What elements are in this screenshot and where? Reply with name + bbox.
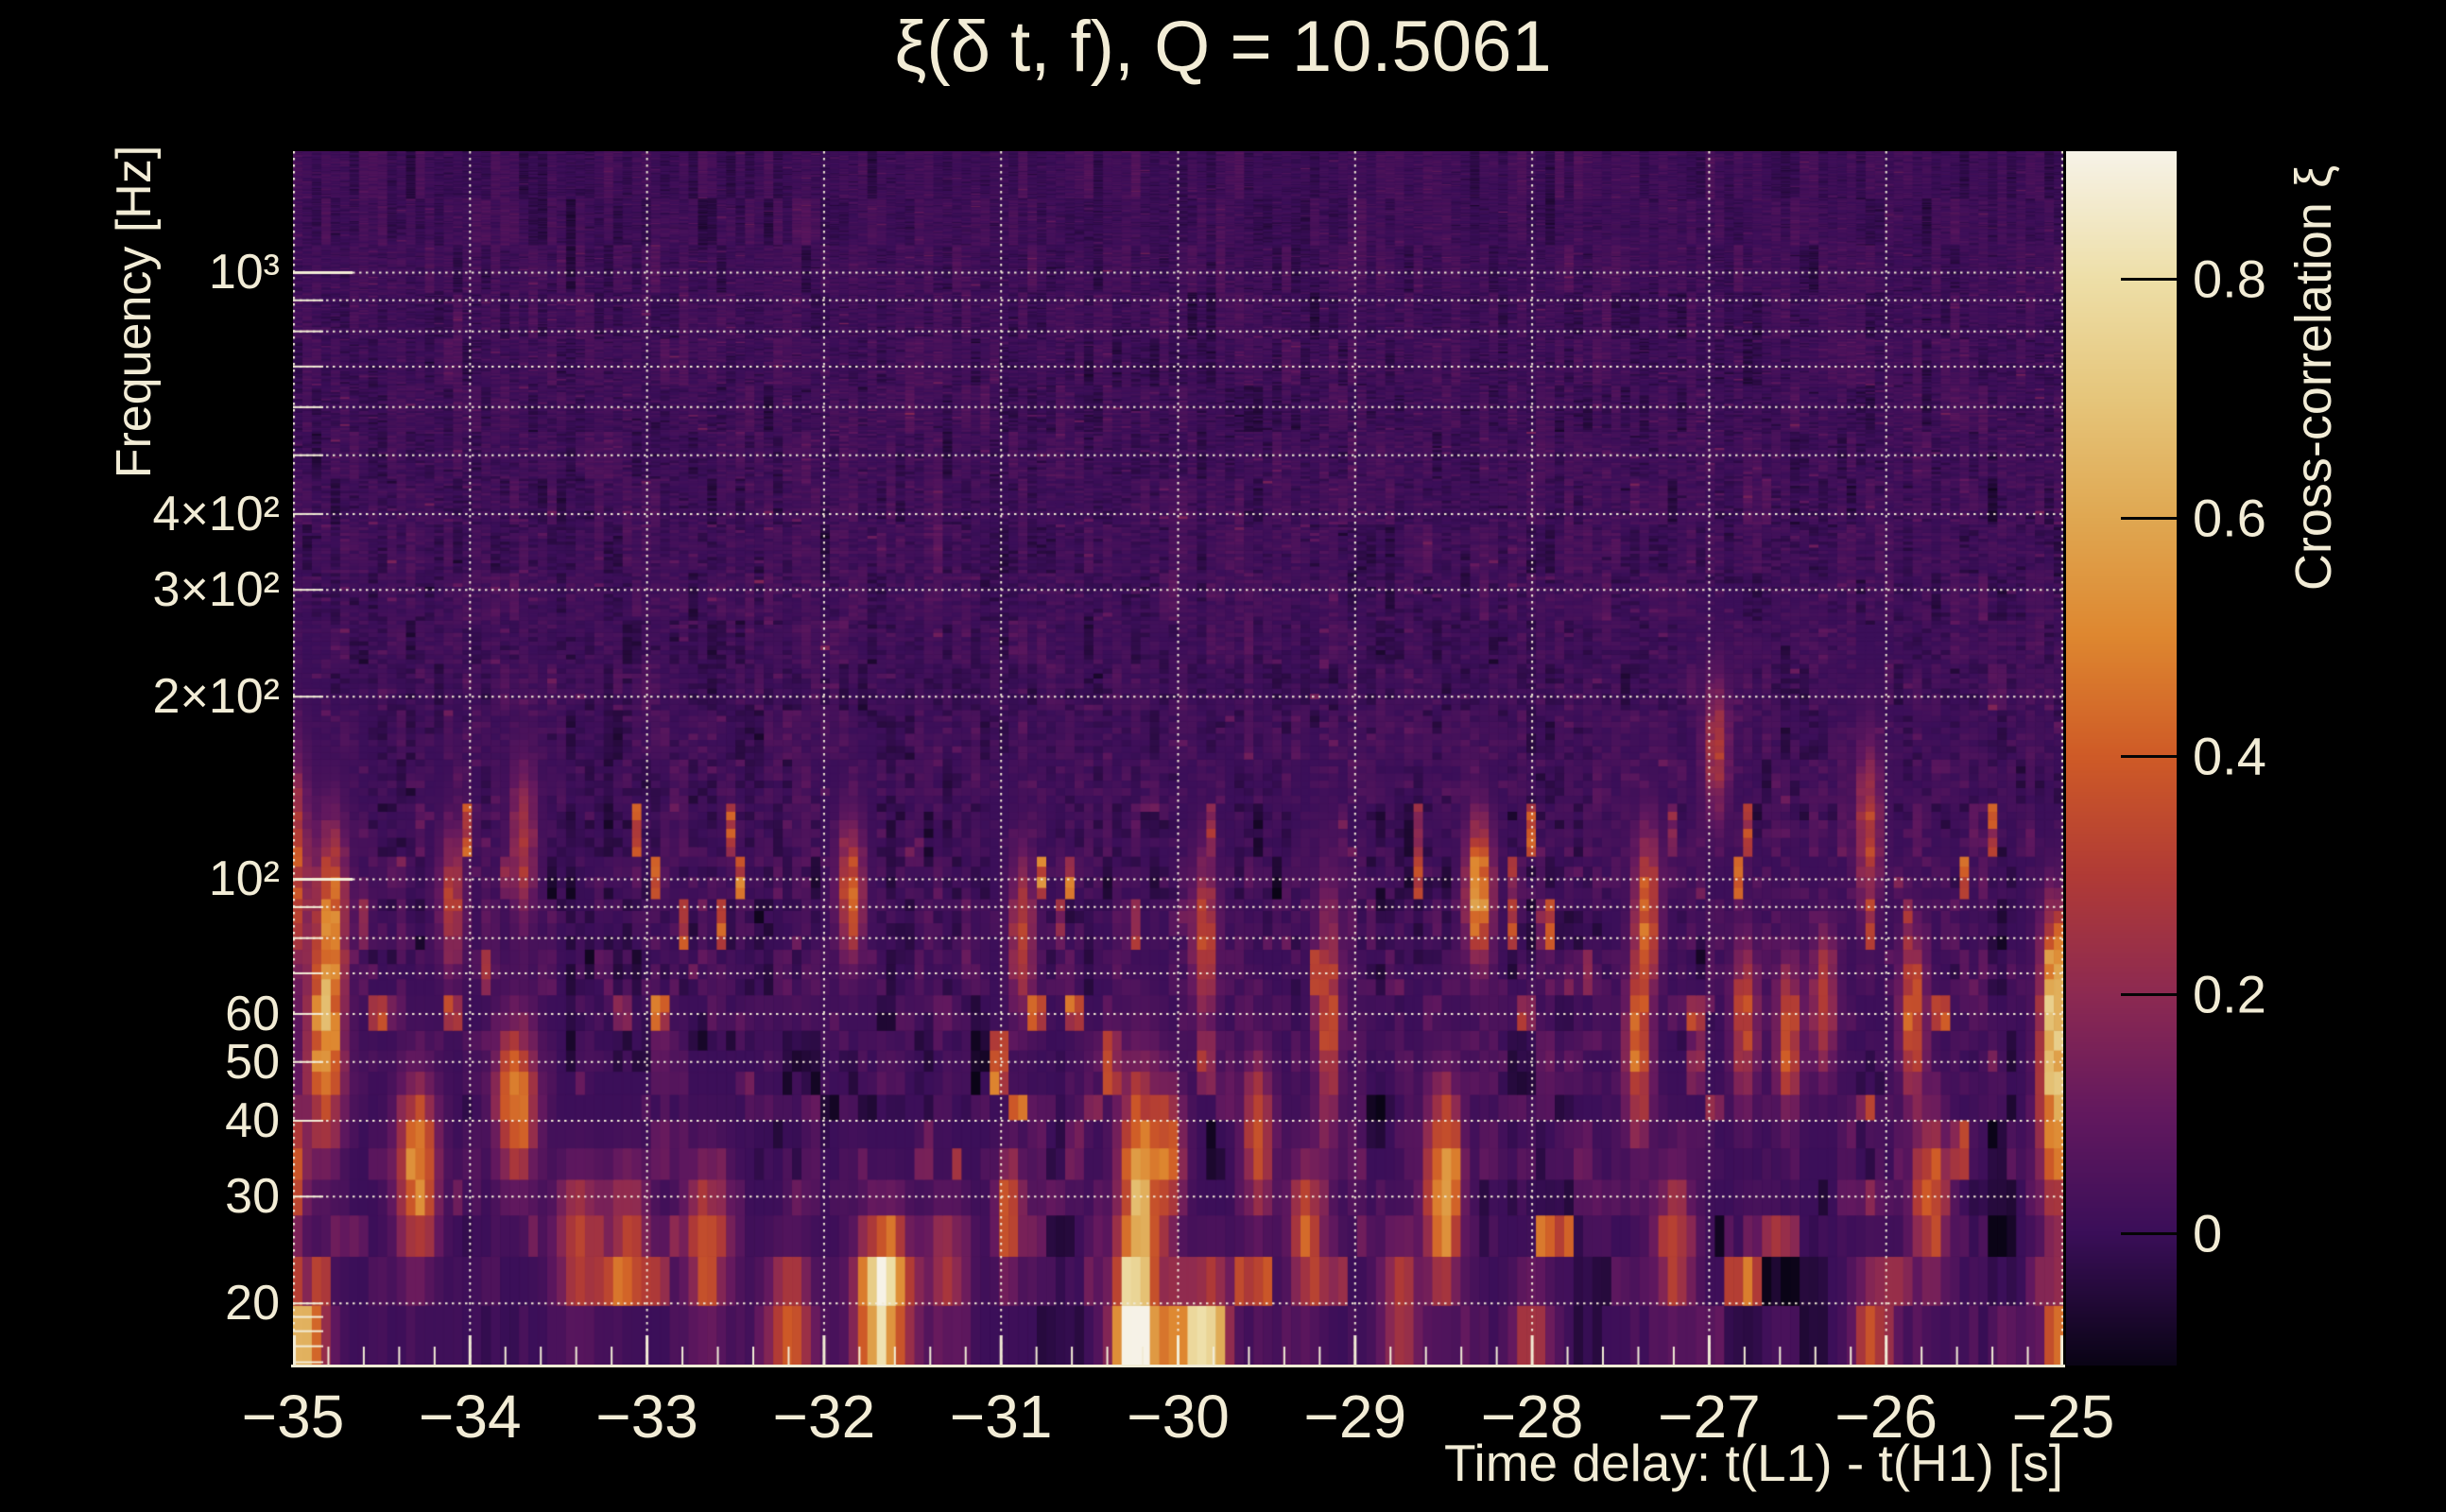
y-tick-label: 2×10² xyxy=(152,669,280,725)
x-tick-label: −26 xyxy=(1834,1383,1938,1451)
colorbar-tick-label: 0.8 xyxy=(2193,249,2266,309)
x-tick-label: −35 xyxy=(241,1383,345,1451)
x-tick-label: −34 xyxy=(419,1383,522,1451)
y-axis-title: Frequency [Hz] xyxy=(107,145,162,479)
x-tick-label: −25 xyxy=(2011,1383,2115,1451)
heatmap-canvas xyxy=(293,151,2063,1366)
y-tick-label: 4×10² xyxy=(152,486,280,541)
root-canvas: ξ(δ t, f), Q = 10.5061 Frequency [Hz] Ti… xyxy=(0,0,2446,1512)
x-tick-label: −27 xyxy=(1658,1383,1761,1451)
x-tick-label: −29 xyxy=(1303,1383,1407,1451)
x-tick-label: −31 xyxy=(949,1383,1053,1451)
colorbar-tick-line xyxy=(2121,993,2177,997)
colorbar-tick-label: 0.6 xyxy=(2193,488,2266,548)
x-tick-label: −32 xyxy=(772,1383,876,1451)
colorbar-title: Cross-correlation ξ xyxy=(2285,164,2342,592)
colorbar-tick-label: 0 xyxy=(2193,1203,2223,1263)
y-tick-label: 20 xyxy=(225,1276,280,1332)
y-tick-label: 30 xyxy=(225,1169,280,1225)
colorbar-tick-line xyxy=(2121,754,2177,758)
y-tick-label: 50 xyxy=(225,1034,280,1090)
y-tick-label: 10³ xyxy=(208,245,280,301)
colorbar-tick-label: 0.4 xyxy=(2193,726,2266,786)
colorbar-canvas xyxy=(2066,151,2177,1366)
y-tick-label: 10² xyxy=(208,851,280,907)
x-tick-label: −30 xyxy=(1127,1383,1230,1451)
x-tick-label: −33 xyxy=(595,1383,698,1451)
y-tick-label: 3×10² xyxy=(152,562,280,618)
y-tick-label: 40 xyxy=(225,1092,280,1148)
x-axis-line xyxy=(291,1365,2065,1367)
colorbar-tick-line xyxy=(2121,1231,2177,1235)
x-tick-label: −28 xyxy=(1480,1383,1584,1451)
colorbar-tick-label: 0.2 xyxy=(2193,964,2266,1024)
colorbar-tick-line xyxy=(2121,516,2177,520)
colorbar-tick-line xyxy=(2121,278,2177,282)
chart-title: ξ(δ t, f), Q = 10.5061 xyxy=(894,7,1552,87)
